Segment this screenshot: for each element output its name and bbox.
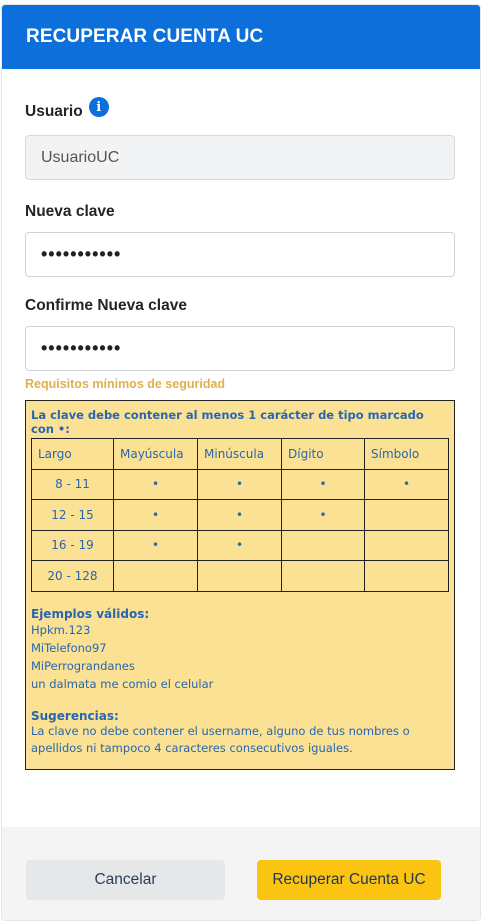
table-row: 16 - 19 • •: [31, 529, 449, 561]
dialog-title: RECUPERAR CUENTA UC: [26, 26, 264, 47]
table-cell: •: [197, 529, 282, 561]
table-cell: 12 - 15: [31, 499, 114, 531]
requirements-heading: La clave debe contener al menos 1 caráct…: [31, 408, 424, 436]
table-cell: •: [113, 529, 198, 561]
table-cell: [364, 499, 449, 531]
requirements-title: Requisitos mínimos de seguridad: [25, 377, 226, 391]
form-body: Usuario i UsuarioUC Nueva clave ••••••••…: [2, 97, 480, 770]
table-row: 20 - 128: [31, 560, 449, 592]
requirements-box: La clave debe contener al menos 1 caráct…: [25, 400, 455, 770]
dialog-header: RECUPERAR CUENTA UC: [2, 5, 480, 69]
table-cell: 20 - 128: [31, 560, 114, 592]
confirm-password-label-text: Confirme Nueva clave: [25, 297, 187, 314]
table-header: Dígito: [281, 438, 365, 470]
username-label: Usuario: [25, 103, 83, 120]
new-password-label: Nueva clave: [25, 201, 455, 223]
requirements-table: Largo Mayúscula Minúscula Dígito Símbolo…: [31, 438, 449, 592]
dialog-footer: Cancelar Recuperar Cuenta UC: [2, 827, 480, 920]
table-cell: •: [281, 499, 365, 531]
example-item: Hpkm.123: [31, 622, 91, 637]
table-cell: •: [364, 468, 449, 500]
example-item: MiPerrograndanes: [31, 658, 135, 673]
table-cell: [281, 529, 365, 561]
username-value: UsuarioUC: [41, 148, 120, 166]
suggestions-text: La clave no debe contener el username, a…: [31, 723, 410, 755]
new-password-label-text: Nueva clave: [25, 203, 115, 220]
recover-account-card: RECUPERAR CUENTA UC Usuario i UsuarioUC …: [1, 4, 481, 921]
table-cell: •: [197, 468, 282, 500]
table-header-row: Largo Mayúscula Minúscula Dígito Símbolo: [31, 438, 449, 470]
new-password-field[interactable]: •••••••••••: [25, 232, 455, 277]
table-row: 8 - 11 • • • •: [31, 468, 449, 500]
table-cell: •: [113, 468, 198, 500]
recover-account-button[interactable]: Recuperar Cuenta UC: [257, 860, 441, 900]
table-cell: •: [281, 468, 365, 500]
table-cell: [281, 560, 365, 592]
username-label-row: Usuario i: [25, 97, 455, 127]
table-header: Mayúscula: [113, 438, 198, 470]
table-cell: [364, 529, 449, 561]
table-row: 12 - 15 • • •: [31, 499, 449, 531]
username-field[interactable]: UsuarioUC: [25, 135, 455, 180]
table-cell: •: [113, 499, 198, 531]
table-header: Símbolo: [364, 438, 449, 470]
table-header: Minúscula: [197, 438, 282, 470]
cancel-button[interactable]: Cancelar: [26, 860, 225, 900]
example-item: un dalmata me comio el celular: [31, 676, 214, 691]
example-item: MiTelefono97: [31, 640, 107, 655]
confirm-password-label: Confirme Nueva clave: [25, 295, 455, 317]
new-password-value: •••••••••••: [41, 244, 122, 264]
table-cell: [113, 560, 198, 592]
info-icon[interactable]: i: [88, 97, 109, 117]
table-cell: 16 - 19: [31, 529, 114, 561]
table-cell: 8 - 11: [31, 468, 114, 500]
examples-title: Ejemplos válidos:: [31, 606, 150, 621]
suggestions-title: Sugerencias:: [31, 708, 119, 723]
confirm-password-field[interactable]: •••••••••••: [25, 326, 455, 371]
confirm-password-value: •••••••••••: [41, 338, 122, 358]
table-cell: [197, 560, 282, 592]
table-cell: •: [197, 499, 282, 531]
table-header: Largo: [31, 438, 114, 470]
table-cell: [364, 560, 449, 592]
